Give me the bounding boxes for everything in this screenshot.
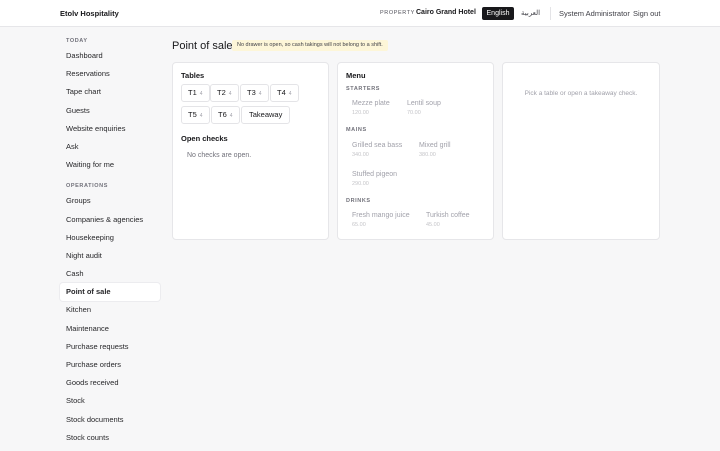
drawer-notice: No drawer is open, so cash takings will … [232,40,388,51]
sidebar-item-tape-chart[interactable]: Tape chart [60,83,160,101]
menu-section-drinks: DRINKS [346,198,371,204]
sidebar-item-waiting-for-me[interactable]: Waiting for me [60,156,160,174]
sidebar-item-housekeeping[interactable]: Housekeeping [60,229,160,247]
tables-title: Tables [181,71,205,80]
sidebar-item-dashboard[interactable]: Dashboard [60,47,160,65]
menu-item-price: 65.00 [352,222,366,228]
sidebar: TODAY Dashboard Reservations Tape chart Gue… [60,38,160,447]
menu-item[interactable]: Turkish coffee 45.00 [426,212,470,228]
menu-item-price: 70.00 [407,110,421,116]
check-placeholder: Pick a table or open a takeaway check. [524,90,638,97]
table-button-t5[interactable]: T5 4 [181,106,210,124]
menu-section-starters: STARTERS [346,86,381,92]
menu-item[interactable]: Stuffed pigeon 290.00 [352,171,397,187]
table-button-t4[interactable]: T4 4 [270,84,299,102]
menu-item-name: Lentil soup [407,100,441,107]
brand-logo[interactable]: Etolv Hospitality [60,9,119,18]
table-capacity: 4 [258,91,262,97]
menu-item-price: 340.00 [352,152,369,158]
sidebar-item-purchase-orders[interactable]: Purchase orders [60,356,160,374]
menu-item-price: 120.00 [352,110,369,116]
header-divider [550,7,551,20]
property-name[interactable]: Cairo Grand Hotel [416,9,476,16]
sidebar-item-website-enquiries[interactable]: Website enquiries [60,120,160,138]
language-english-button[interactable]: English [482,7,514,20]
menu-item[interactable]: Mezze plate 120.00 [352,100,390,116]
sidebar-item-stock-counts[interactable]: Stock counts [60,429,160,447]
open-checks-empty: No checks are open. [187,152,252,159]
menu-item-name: Grilled sea bass [352,142,403,149]
menu-item-name: Mixed grill [419,142,451,149]
sidebar-item-guests[interactable]: Guests [60,102,160,120]
sidebar-item-point-of-sale[interactable]: Point of sale [60,283,160,302]
sidebar-item-stock-documents[interactable]: Stock documents [60,411,160,429]
language-arabic-button[interactable]: العربية [521,9,540,17]
sign-out-link[interactable]: Sign out [633,9,661,18]
page-title: Point of sale [172,40,233,52]
top-bar: Etolv Hospitality PROPERTY Cairo Grand H… [0,0,720,27]
sidebar-item-maintenance[interactable]: Maintenance [60,320,160,338]
menu-item[interactable]: Grilled sea bass 340.00 [352,142,402,158]
table-button-t1[interactable]: T1 4 [181,84,210,102]
menu-item-name: Fresh mango juice [352,212,410,219]
sidebar-item-goods-received[interactable]: Goods received [60,374,160,392]
menu-section-mains: MAINS [346,127,367,133]
table-capacity: 4 [199,91,203,97]
menu-item-price: 290.00 [352,181,369,187]
sidebar-item-companies-and-agencies[interactable]: Companies & agencies [60,211,160,229]
menu-item-price: 380.00 [419,152,436,158]
menu-item-name: Stuffed pigeon [352,171,398,178]
sidebar-item-purchase-requests[interactable]: Purchase requests [60,338,160,356]
table-capacity: 4 [228,91,232,97]
sidebar-item-stock[interactable]: Stock [60,392,160,410]
table-capacity: 4 [288,91,292,97]
menu-title: Menu [346,71,366,80]
table-name: T1 [188,88,197,97]
menu-item[interactable]: Fresh mango juice 65.00 [352,212,410,228]
sidebar-item-cash[interactable]: Cash [60,265,160,283]
takeaway-button[interactable]: Takeaway [241,106,291,124]
table-name: T5 [188,110,197,119]
sidebar-item-ask[interactable]: Ask [60,138,160,156]
sidebar-item-night-audit[interactable]: Night audit [60,247,160,265]
sidebar-section-today: TODAY [66,38,88,44]
table-name: T3 [247,88,256,97]
open-checks-title: Open checks [181,134,228,143]
table-button-t2[interactable]: T2 4 [210,84,239,102]
menu-item-name: Turkish coffee [426,212,470,219]
check-detail-panel: Pick a table or open a takeaway check. [502,62,660,240]
menu-panel: Menu STARTERS Mezze plate 120.00 Lentil … [337,62,494,240]
table-name: T4 [277,88,286,97]
table-name: T6 [218,110,227,119]
property-label: PROPERTY [380,10,415,16]
menu-item-name: Mezze plate [352,100,390,107]
table-button-t6[interactable]: T6 4 [211,106,240,124]
sidebar-section-operations: OPERATIONS [66,183,108,190]
table-button-t3[interactable]: T3 4 [240,84,269,102]
sidebar-item-kitchen[interactable]: Kitchen [60,301,160,319]
menu-item-price: 45.00 [426,222,440,228]
table-capacity: 4 [199,113,203,119]
sidebar-item-groups[interactable]: Groups [60,192,160,210]
table-capacity: 4 [229,113,233,119]
menu-item[interactable]: Mixed grill 380.00 [419,142,451,158]
sidebar-item-reservations[interactable]: Reservations [60,65,160,83]
table-name: T2 [217,88,226,97]
tables-panel: Tables T1 4 T2 4 T3 4 T4 4 T5 4 T6 4 Takeaway … [172,62,329,240]
menu-item[interactable]: Lentil soup 70.00 [407,100,441,116]
user-name: System Administrator [559,9,630,18]
